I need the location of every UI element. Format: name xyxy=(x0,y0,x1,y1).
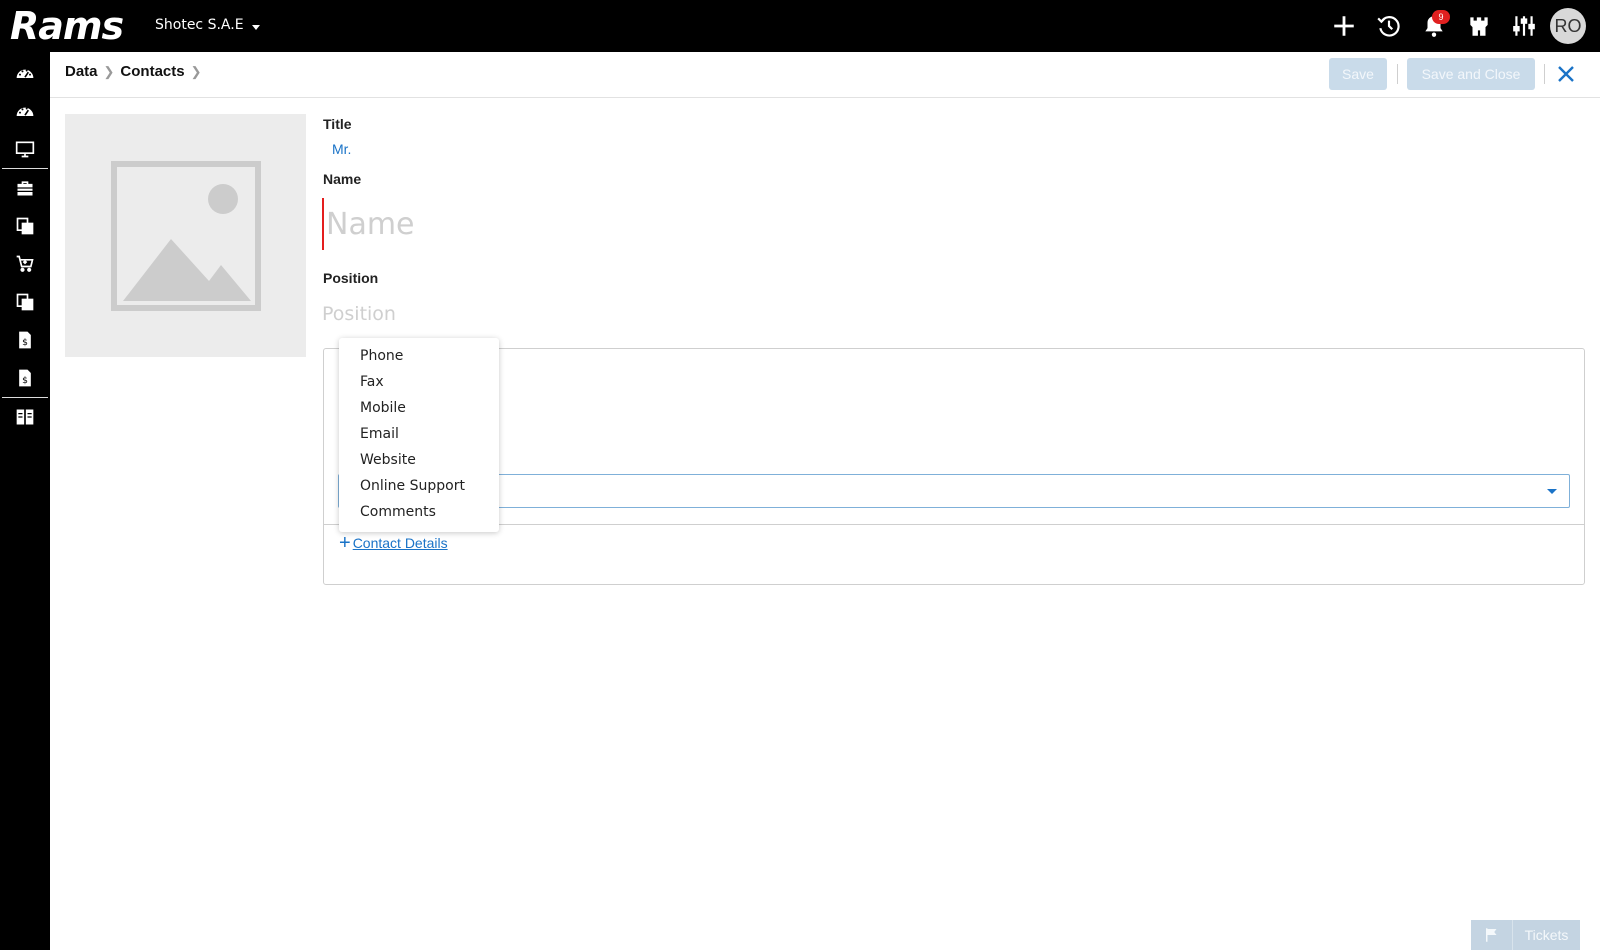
contact-type-select[interactable] xyxy=(338,474,1570,508)
company-selector[interactable]: Shotec S.A.E xyxy=(155,17,260,33)
svg-text:$: $ xyxy=(22,375,28,386)
tickets-label: Tickets xyxy=(1524,927,1569,943)
monitor-icon[interactable] xyxy=(0,130,50,168)
caret-down-icon xyxy=(1547,489,1557,494)
dropdown-option-phone[interactable]: Phone xyxy=(339,343,499,369)
sliders-icon[interactable] xyxy=(1501,8,1546,44)
close-icon[interactable] xyxy=(1554,62,1578,86)
documents-icon[interactable] xyxy=(0,283,50,321)
invoice-icon[interactable]: $ xyxy=(0,321,50,359)
cart-icon[interactable] xyxy=(0,245,50,283)
briefcase-icon[interactable] xyxy=(0,169,50,207)
bell-icon[interactable]: 9 xyxy=(1411,8,1456,44)
breadcrumb-data[interactable]: Data xyxy=(65,63,98,80)
panel-divider xyxy=(324,524,1584,525)
dropdown-option-email[interactable]: Email xyxy=(339,421,499,447)
grid-icon[interactable] xyxy=(0,398,50,436)
chevron-down-icon xyxy=(251,24,260,30)
add-icon[interactable] xyxy=(1321,8,1366,44)
contact-details-panel: + Contact Details xyxy=(323,348,1585,585)
documents-icon[interactable] xyxy=(0,207,50,245)
notification-badge: 9 xyxy=(1432,10,1450,24)
user-avatar[interactable]: RO xyxy=(1550,8,1586,44)
dropdown-option-online-support[interactable]: Online Support xyxy=(339,473,499,499)
top-actions: 9 RO xyxy=(1321,8,1586,44)
title-label: Title xyxy=(323,116,352,132)
add-contact-details-label: Contact Details xyxy=(352,535,448,551)
dropdown-option-website[interactable]: Website xyxy=(339,447,499,473)
title-selector[interactable]: Mr. xyxy=(332,141,351,157)
dropdown-option-mobile[interactable]: Mobile xyxy=(339,395,499,421)
company-name: Shotec S.A.E xyxy=(155,17,244,33)
page-header: Data ❯ Contacts ❯ Save Save and Close xyxy=(50,52,1600,98)
app-logo[interactable]: Rams xyxy=(10,6,124,46)
sidebar: $ $ xyxy=(0,52,50,950)
chevron-right-icon: ❯ xyxy=(190,63,202,79)
save-button[interactable]: Save xyxy=(1329,58,1387,90)
castle-icon[interactable] xyxy=(1456,8,1501,44)
svg-text:$: $ xyxy=(22,337,28,348)
toolbar-divider xyxy=(1544,64,1545,84)
contact-type-dropdown: Phone Fax Mobile Email Website Online Su… xyxy=(339,338,499,532)
name-input[interactable] xyxy=(322,198,1122,250)
chevron-right-icon: ❯ xyxy=(103,63,115,79)
name-label: Name xyxy=(323,171,362,187)
save-and-close-button[interactable]: Save and Close xyxy=(1407,58,1535,90)
toolbar-divider xyxy=(1397,64,1398,84)
dropdown-option-comments[interactable]: Comments xyxy=(339,499,499,525)
add-contact-details-link[interactable]: + Contact Details xyxy=(339,532,448,554)
history-icon[interactable] xyxy=(1366,8,1411,44)
position-input[interactable] xyxy=(322,300,1122,328)
dropdown-option-fax[interactable]: Fax xyxy=(339,369,499,395)
tickets-button[interactable]: Tickets xyxy=(1471,920,1580,950)
flag-icon xyxy=(1471,920,1513,950)
top-bar: Rams Shotec S.A.E 9 RO xyxy=(0,0,1600,52)
dashboard-icon[interactable] xyxy=(0,92,50,130)
invoice-icon[interactable]: $ xyxy=(0,359,50,397)
dashboard-icon[interactable] xyxy=(0,54,50,92)
breadcrumb-contacts[interactable]: Contacts xyxy=(120,63,184,80)
plus-icon: + xyxy=(339,532,351,554)
image-placeholder-icon xyxy=(110,160,261,311)
contact-photo[interactable] xyxy=(65,114,306,357)
position-label: Position xyxy=(323,270,379,286)
breadcrumb: Data ❯ Contacts ❯ xyxy=(65,63,208,80)
